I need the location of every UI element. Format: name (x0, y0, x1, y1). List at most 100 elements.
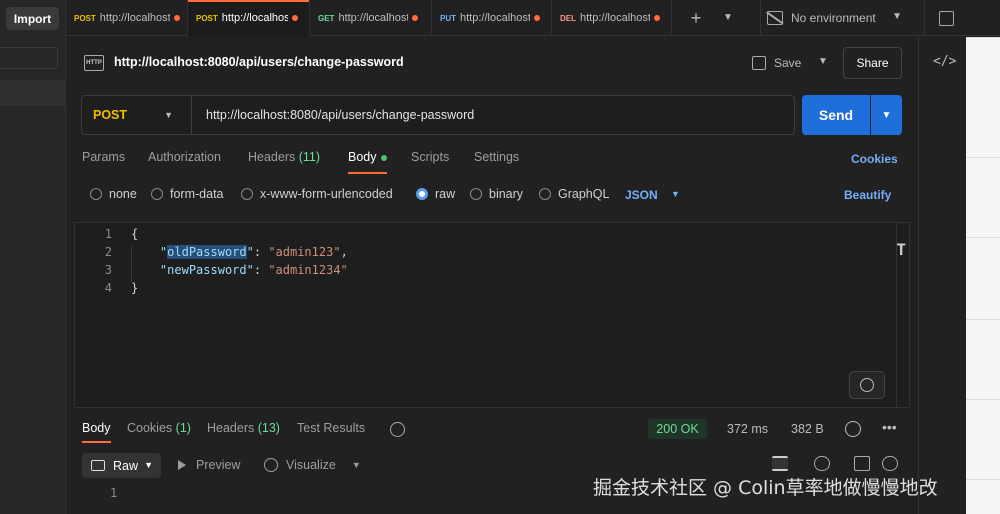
response-headers-count: (13) (257, 421, 280, 435)
send-options-chevron-down-icon[interactable]: ▼ (871, 95, 902, 135)
save-disk-icon (752, 56, 766, 70)
tab-get-users[interactable]: GET http://localhost:8080/api/users (310, 0, 432, 36)
watermark: 掘金技术社区 @ Colin草率地做慢慢地改 (593, 477, 938, 499)
network-globe-icon[interactable] (845, 421, 861, 437)
tab-method: PUT (440, 13, 456, 23)
radio-circle (90, 188, 102, 200)
radio-none[interactable]: none (90, 187, 137, 201)
radio-graphql[interactable]: GraphQL (539, 187, 609, 201)
visualize-button[interactable]: Visualize ▼ (264, 458, 361, 472)
code-line: 1 { (75, 225, 875, 243)
url-input[interactable]: http://localhost:8080/api/users/change-p… (206, 108, 474, 122)
body-format-select[interactable]: JSON (625, 188, 658, 202)
unsaved-dot-icon (654, 15, 660, 21)
sidebar-selected-item[interactable] (0, 80, 65, 106)
import-button[interactable]: Import (6, 7, 59, 30)
environment-selector[interactable]: No environment ▼ (760, 0, 910, 36)
tab-params[interactable]: Params (82, 150, 125, 164)
unsaved-dot-icon (534, 15, 540, 21)
method-select[interactable]: POST ▼ (82, 96, 192, 134)
request-title[interactable]: http://localhost:8080/api/users/change-p… (114, 55, 404, 69)
history-icon[interactable] (390, 422, 405, 437)
no-environment-icon (767, 11, 783, 25)
tab-list-chevron-down-icon[interactable]: ▼ (720, 9, 736, 25)
sidebar: Import (0, 0, 66, 514)
tab-put-users[interactable]: PUT http://localhost:8080/api/users (432, 0, 552, 36)
radio-form-data[interactable]: form-data (151, 187, 224, 201)
line-number: 2 (104, 245, 112, 259)
code-text: { (131, 227, 139, 241)
cookies-count: (1) (175, 421, 191, 435)
line-number: 1 (104, 227, 112, 241)
tab-body[interactable]: Body (348, 150, 387, 174)
editor-ai-assist-button[interactable] (849, 371, 885, 399)
beautify-button[interactable]: Beautify (844, 188, 891, 202)
request-tab-bar: POST http://localhost:8080/api/users POS… (66, 0, 1000, 36)
save-button[interactable]: Save (752, 50, 828, 76)
json-key-new-password: newPassword (167, 263, 247, 277)
chevron-down-icon[interactable]: ▼ (671, 189, 680, 199)
radio-binary[interactable]: binary (470, 187, 523, 201)
response-time[interactable]: 372 ms (727, 422, 768, 436)
link-icon[interactable] (882, 456, 898, 471)
response-tab-headers[interactable]: Headers (13) (207, 421, 280, 435)
radio-urlencoded[interactable]: x-www-form-urlencoded (241, 187, 393, 201)
wrap-lines-icon[interactable] (772, 456, 788, 471)
response-line-number: 1 (110, 486, 118, 500)
tab-url: http://localhost:8080/api/users (580, 12, 650, 24)
more-options-icon[interactable]: ••• (882, 419, 897, 435)
share-button[interactable]: Share (843, 47, 902, 79)
response-size[interactable]: 382 B (791, 422, 824, 436)
environment-quick-look-icon (939, 10, 954, 26)
line-number: 4 (104, 281, 112, 295)
code-line: 4 } (75, 279, 875, 297)
request-header: HTTP http://localhost:8080/api/users/cha… (66, 37, 918, 87)
chevron-down-icon: ▼ (351, 460, 361, 470)
view-mode-label: Raw (113, 458, 139, 473)
response-tab-cookies[interactable]: Cookies (1) (127, 421, 191, 435)
tab-post-users[interactable]: POST http://localhost:8080/api/users (66, 0, 188, 36)
tab-settings[interactable]: Settings (474, 150, 519, 164)
tab-authorization[interactable]: Authorization (148, 150, 221, 164)
tab-post-change-password[interactable]: POST http://localhost:8080/api/users/cha… (188, 0, 310, 36)
chevron-down-icon: ▼ (144, 460, 153, 470)
code-text: } (131, 281, 139, 295)
tab-method: DEL (560, 13, 576, 23)
body-editor[interactable]: 1 { 2 "oldPassword": "admin123", 3 "newP… (74, 222, 910, 408)
response-tab-cookies-label: Cookies (127, 421, 173, 435)
tab-method: POST (74, 13, 96, 23)
environment-quick-look-button[interactable] (924, 0, 968, 36)
raw-view-icon (91, 460, 105, 471)
view-mode-select[interactable]: Raw ▼ (82, 453, 161, 478)
unsaved-dot-icon (412, 15, 419, 21)
radio-circle-selected (416, 188, 428, 200)
tab-url: http://localhost:8080/api/users (460, 12, 530, 24)
text-cursor-icon: T (896, 240, 906, 259)
copy-icon[interactable] (854, 456, 870, 471)
new-tab-plus-icon[interactable]: + (684, 6, 708, 30)
radio-label: raw (435, 187, 456, 201)
body-modified-dot-icon (380, 154, 387, 161)
response-tab-body[interactable]: Body (82, 421, 111, 443)
tab-headers[interactable]: Headers (11) (248, 150, 320, 164)
status-badge[interactable]: 200 OK (648, 419, 707, 439)
sidebar-search-input[interactable] (0, 47, 58, 69)
radio-label: GraphQL (558, 187, 610, 201)
code-snippet-icon[interactable]: </> (933, 54, 956, 69)
chevron-down-icon: ▼ (892, 11, 902, 22)
radio-raw[interactable]: raw (416, 187, 455, 201)
radio-circle (539, 188, 551, 200)
preview-button[interactable]: Preview (178, 458, 240, 472)
tab-scripts[interactable]: Scripts (411, 150, 449, 164)
tab-delete-users[interactable]: DEL http://localhost:8080/api/users (552, 0, 672, 36)
response-tab-test-results[interactable]: Test Results (297, 421, 365, 435)
cookies-link[interactable]: Cookies (851, 152, 898, 166)
tab-headers-label: Headers (248, 150, 296, 164)
save-options-chevron-down-icon[interactable]: ▼ (818, 56, 828, 67)
play-icon (178, 460, 186, 470)
radio-circle (151, 188, 163, 200)
send-button[interactable]: Send (802, 95, 870, 135)
search-icon[interactable] (814, 456, 830, 471)
environment-label: No environment (791, 11, 876, 25)
line-number: 3 (104, 263, 112, 277)
